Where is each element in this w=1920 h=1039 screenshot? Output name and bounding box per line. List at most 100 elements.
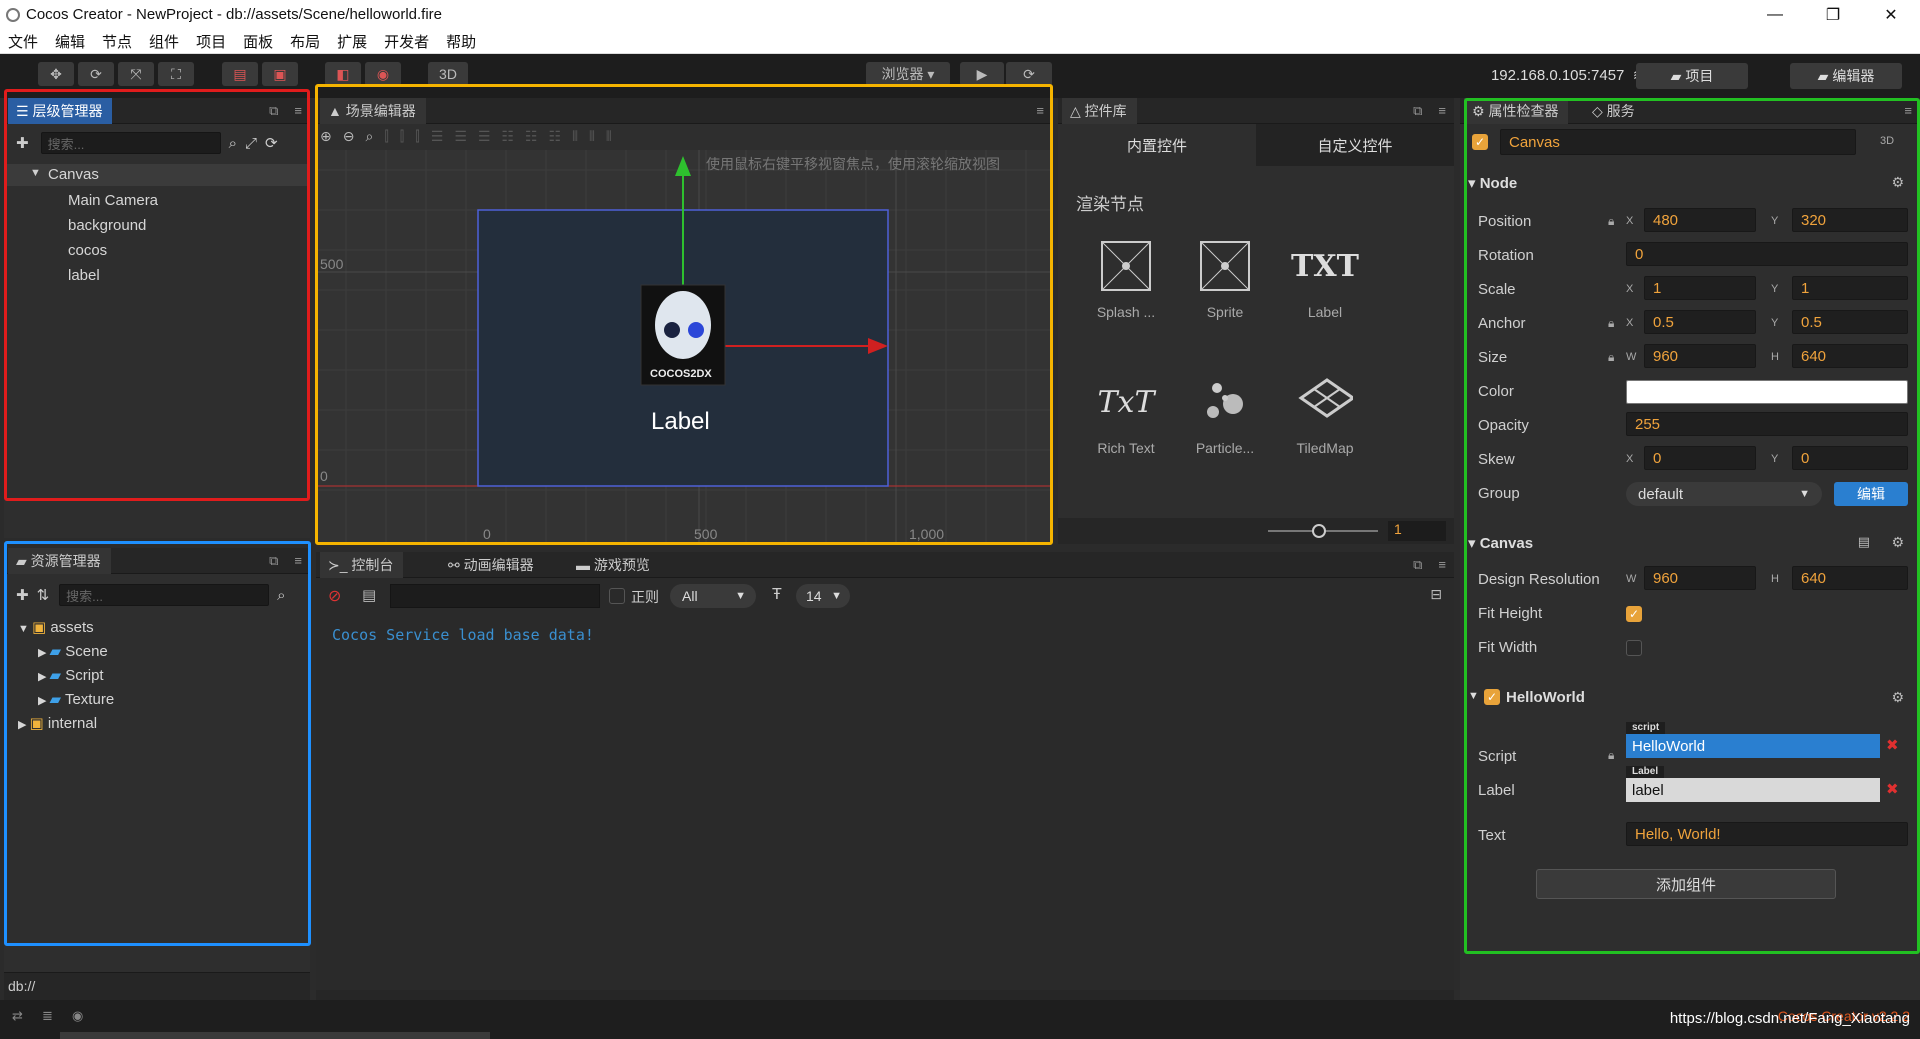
- snap-icon[interactable]: ◧: [325, 62, 361, 86]
- project-button[interactable]: ▰ 项目: [1636, 63, 1748, 89]
- position-x-field[interactable]: 480: [1644, 208, 1756, 232]
- tree-item-cocos[interactable]: cocos: [68, 242, 107, 259]
- distribute-right-icon[interactable]: ⫴: [606, 128, 612, 148]
- lock-icon[interactable]: 🔒︎: [1608, 316, 1614, 331]
- search-icon[interactable]: ⌕: [229, 135, 237, 152]
- tree-item-internal[interactable]: ▶ ▣ internal: [18, 714, 97, 732]
- widget-rich-text[interactable]: TxT Rich Text: [1086, 374, 1166, 457]
- tab-inspector[interactable]: ⚙ 属性检查器: [1464, 98, 1569, 124]
- scale-tool-icon[interactable]: ⤧: [118, 62, 154, 86]
- script-asset-field[interactable]: HelloWorld: [1626, 734, 1880, 758]
- menu-developer[interactable]: 开发者: [384, 31, 429, 52]
- expand-arrow-icon[interactable]: ▼: [30, 167, 41, 179]
- zoom-slider-handle[interactable]: [1312, 524, 1326, 538]
- add-icon[interactable]: ✚: [16, 134, 29, 152]
- zoom-in-icon[interactable]: ⊕: [320, 128, 332, 148]
- collapse-arrow-icon[interactable]: ▶: [38, 647, 50, 659]
- position-y-field[interactable]: 320: [1792, 208, 1908, 232]
- book-icon[interactable]: ▤: [1858, 534, 1870, 550]
- fit-height-checkbox[interactable]: ✓: [1626, 606, 1642, 622]
- widget-tiledmap[interactable]: TiledMap: [1285, 374, 1365, 456]
- tab-builtin-widgets[interactable]: 内置控件: [1058, 124, 1256, 166]
- fit-width-checkbox[interactable]: [1626, 640, 1642, 656]
- tab-custom-widgets[interactable]: 自定义控件: [1256, 124, 1454, 166]
- expand-arrow-icon[interactable]: ▼: [18, 623, 32, 635]
- scene-label-node[interactable]: Label: [651, 408, 710, 436]
- rect-tool-icon[interactable]: ⛶: [158, 62, 194, 86]
- distribute-left-icon[interactable]: ⫴: [572, 128, 578, 148]
- tab-console[interactable]: ≻_ 控制台: [320, 552, 404, 578]
- tree-item-texture[interactable]: ▶ ▰ Texture: [38, 690, 114, 708]
- console-filter-input[interactable]: [390, 584, 600, 608]
- tree-item-scene[interactable]: ▶ ▰ Scene: [38, 642, 108, 660]
- tab-game-preview[interactable]: ▬ 游戏预览: [568, 552, 660, 578]
- log-level-select[interactable]: All ▼: [670, 584, 756, 608]
- tree-item-background[interactable]: background: [68, 217, 146, 234]
- menu-icon[interactable]: ≡: [294, 553, 302, 569]
- color-swatch[interactable]: [1626, 380, 1908, 404]
- section-canvas[interactable]: ▾ Canvas: [1468, 534, 1533, 552]
- menu-edit[interactable]: 编辑: [55, 31, 85, 52]
- close-button[interactable]: ✕: [1862, 0, 1920, 29]
- minimize-button[interactable]: —: [1746, 0, 1804, 29]
- tree-item-label[interactable]: label: [68, 267, 100, 284]
- gear-icon[interactable]: ⚙: [1891, 534, 1904, 551]
- widget-splash[interactable]: Splash ...: [1086, 238, 1166, 320]
- zoom-value-field[interactable]: 1: [1388, 521, 1446, 541]
- browser-select[interactable]: 浏览器 ▾: [866, 62, 950, 86]
- gizmo-icon[interactable]: ◉: [365, 62, 401, 86]
- menu-icon[interactable]: ≡: [1438, 557, 1446, 573]
- align-top-icon[interactable]: ☰: [431, 128, 444, 148]
- align-vcenter-icon[interactable]: ☰: [454, 128, 467, 148]
- collapse-icon[interactable]: ⊟: [1430, 586, 1442, 603]
- menu-icon[interactable]: ≡: [1904, 103, 1912, 118]
- group-edit-button[interactable]: 编辑: [1834, 482, 1908, 506]
- align-left-icon[interactable]: ⫿: [384, 128, 388, 148]
- label-node-field[interactable]: label: [1626, 778, 1880, 802]
- popout-icon[interactable]: ⧉: [1413, 557, 1422, 573]
- expand-arrow-icon[interactable]: ▼: [1468, 690, 1479, 702]
- menu-layout[interactable]: 布局: [290, 31, 320, 52]
- popout-icon[interactable]: ⧉: [269, 103, 278, 119]
- tree-item-canvas[interactable]: ▼ Canvas: [4, 164, 310, 186]
- zoom-reset-icon[interactable]: ⌕: [365, 128, 373, 148]
- expand-icon[interactable]: ⤢: [245, 135, 257, 152]
- tab-scene[interactable]: ▲ 场景编辑器: [320, 98, 426, 124]
- tree-item-main-camera[interactable]: Main Camera: [68, 192, 158, 209]
- menu-extension[interactable]: 扩展: [337, 31, 367, 52]
- add-icon[interactable]: ✚: [16, 586, 29, 604]
- menu-file[interactable]: 文件: [8, 31, 38, 52]
- menu-icon[interactable]: ≡: [1438, 103, 1446, 119]
- gear-icon[interactable]: ⚙: [1891, 174, 1904, 191]
- font-size-select[interactable]: 14 ▼: [796, 584, 850, 608]
- tree-item-assets[interactable]: ▼ ▣ assets: [18, 618, 94, 636]
- mode-3d-button[interactable]: 3D: [428, 62, 468, 86]
- tab-hierarchy[interactable]: ☰ 层级管理器: [8, 98, 113, 124]
- scale-y-field[interactable]: 1: [1792, 276, 1908, 300]
- collapse-arrow-icon[interactable]: ▶: [18, 719, 30, 731]
- anchor-x-field[interactable]: 0.5: [1644, 310, 1756, 334]
- clear-console-icon[interactable]: ⊘: [328, 586, 341, 606]
- menu-project[interactable]: 项目: [196, 31, 226, 52]
- tab-widgets[interactable]: △ 控件库: [1062, 98, 1137, 124]
- node-active-checkbox[interactable]: ✓: [1472, 134, 1488, 150]
- search-input[interactable]: 搜索...: [59, 584, 270, 606]
- search-icon[interactable]: ⌕: [277, 587, 285, 604]
- opacity-field[interactable]: 255: [1626, 412, 1908, 436]
- menu-component[interactable]: 组件: [149, 31, 179, 52]
- menu-help[interactable]: 帮助: [446, 31, 476, 52]
- zoom-out-icon[interactable]: ⊖: [343, 128, 355, 148]
- search-input[interactable]: 搜索...: [40, 132, 221, 154]
- remove-icon[interactable]: ✖: [1886, 780, 1899, 798]
- add-component-button[interactable]: 添加组件: [1536, 869, 1836, 899]
- pivot-global-icon[interactable]: ▣: [262, 62, 298, 86]
- lock-icon[interactable]: 🔒︎: [1608, 214, 1614, 229]
- tree-item-script[interactable]: ▶ ▰ Script: [38, 666, 104, 684]
- regex-checkbox[interactable]: [609, 588, 625, 604]
- horizontal-scrollbar[interactable]: [60, 1032, 490, 1039]
- scale-x-field[interactable]: 1: [1644, 276, 1756, 300]
- distribute-hcenter-icon[interactable]: ⫴: [589, 128, 595, 148]
- widget-label[interactable]: TXT Label: [1285, 238, 1365, 321]
- sync-icon[interactable]: ⇄: [12, 1008, 23, 1024]
- gear-icon[interactable]: ⚙: [1891, 689, 1904, 706]
